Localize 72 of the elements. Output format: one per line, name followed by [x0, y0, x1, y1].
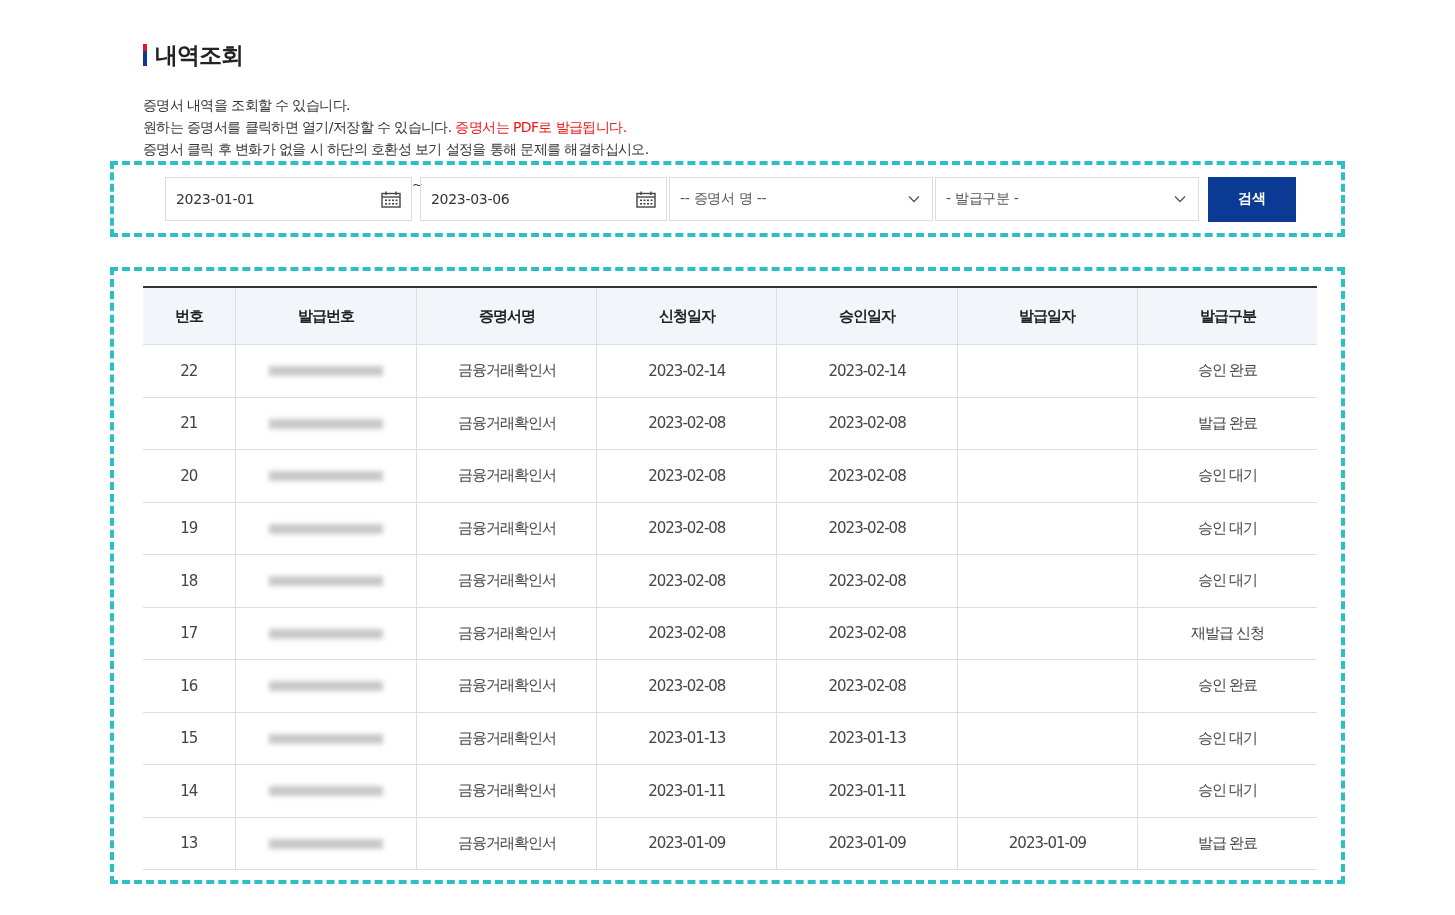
table-cell: 2023-02-08	[596, 449, 777, 502]
table-cell: 17	[143, 607, 236, 660]
table-cell: 발급 완료	[1137, 397, 1317, 450]
table-cell: 2023-02-08	[776, 502, 958, 555]
table-cell: 20	[143, 449, 236, 502]
table-cell: 승인 대기	[1137, 554, 1317, 607]
table-cell[interactable]: 금융거래확인서	[416, 659, 597, 712]
column-header: 발급구분	[1137, 287, 1317, 345]
table-cell: 2023-02-08	[776, 449, 958, 502]
table-cell: 2023-01-09	[596, 817, 777, 870]
date-field[interactable]: 2023-03-06	[420, 177, 667, 221]
table-cell: 승인 대기	[1137, 764, 1317, 817]
table-cell: 2023-02-08	[596, 502, 777, 555]
table-cell: 2023-01-13	[776, 712, 958, 765]
issue-type-dropdown[interactable]: - 발급구분 -	[935, 177, 1199, 221]
table-cell: 2023-01-09	[957, 817, 1138, 870]
column-header: 신청일자	[596, 287, 777, 345]
table-cell[interactable]: 금융거래확인서	[416, 554, 597, 607]
title-marker	[143, 44, 147, 66]
description-line: 증명서 내역을 조회할 수 있습니다.	[143, 96, 350, 115]
table-cell: 2023-01-13	[596, 712, 777, 765]
table-cell[interactable]: 금융거래확인서	[416, 502, 597, 555]
chevron-down-icon	[1174, 195, 1186, 203]
table-cell: 14	[143, 764, 236, 817]
calendar-icon[interactable]	[636, 190, 656, 208]
table-cell: 21	[143, 397, 236, 450]
table-cell: 2023-02-14	[776, 344, 958, 397]
table-cell: 승인 대기	[1137, 449, 1317, 502]
certificate-dropdown[interactable]: -- 증명서 명 --	[669, 177, 933, 221]
table-cell: 18	[143, 554, 236, 607]
calendar-icon[interactable]	[381, 190, 401, 208]
table-cell[interactable]: 금융거래확인서	[416, 764, 597, 817]
table-cell[interactable]: 금융거래확인서	[416, 397, 597, 450]
table-cell: 2023-01-11	[596, 764, 777, 817]
table-cell: 승인 완료	[1137, 344, 1317, 397]
table-cell[interactable]: 금융거래확인서	[416, 344, 597, 397]
table-cell: 2023-02-08	[776, 554, 958, 607]
column-header: 발급번호	[235, 287, 417, 345]
table-cell: 2023-02-08	[776, 659, 958, 712]
column-header: 증명서명	[416, 287, 597, 345]
table-cell: 2023-02-08	[596, 397, 777, 450]
table-cell: 2023-02-08	[776, 607, 958, 660]
table-cell: 16	[143, 659, 236, 712]
table-cell[interactable]: 금융거래확인서	[416, 712, 597, 765]
table-cell: 2023-02-08	[596, 607, 777, 660]
column-header: 발급일자	[957, 287, 1138, 345]
table-cell: 승인 대기	[1137, 712, 1317, 765]
table-cell: 2023-02-08	[596, 659, 777, 712]
table-cell: 승인 완료	[1137, 659, 1317, 712]
table-cell: 승인 대기	[1137, 502, 1317, 555]
table-cell: 2023-01-09	[776, 817, 958, 870]
table-cell: 13	[143, 817, 236, 870]
table-cell: 22	[143, 344, 236, 397]
column-header: 승인일자	[776, 287, 958, 345]
description-line: 증명서 클릭 후 변화가 없을 시 하단의 호환성 보기 설정을 통해 문제를 해결하십시오.	[143, 140, 649, 159]
table-cell: 2023-02-08	[596, 554, 777, 607]
page-title: 내역조회	[155, 40, 243, 70]
table-cell: 19	[143, 502, 236, 555]
search-button[interactable]: 검색	[1208, 176, 1296, 222]
table-cell[interactable]: 금융거래확인서	[416, 817, 597, 870]
table-cell: 2023-01-11	[776, 764, 958, 817]
table-cell: 15	[143, 712, 236, 765]
table-cell: 2023-02-08	[776, 397, 958, 450]
table-cell[interactable]: 금융거래확인서	[416, 449, 597, 502]
date-field[interactable]: 2023-01-01	[165, 177, 412, 221]
table-cell: 2023-02-14	[596, 344, 777, 397]
chevron-down-icon	[908, 195, 920, 203]
column-header: 번호	[143, 287, 236, 345]
table-cell[interactable]: 금융거래확인서	[416, 607, 597, 660]
table-cell: 재발급 신청	[1137, 607, 1317, 660]
description-line: 원하는 증명서를 클릭하면 열기/저장할 수 있습니다. 증명서는 PDF로 발급됩니다.	[143, 118, 627, 137]
table-cell: 발급 완료	[1137, 817, 1317, 870]
